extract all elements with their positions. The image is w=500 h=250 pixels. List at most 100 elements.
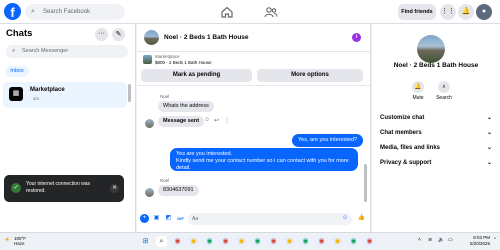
chrome-icon[interactable]: ◉ <box>204 236 215 247</box>
message-bubble-outgoing[interactable]: Yes, are you interested? <box>292 134 364 147</box>
conversation-profile-image[interactable] <box>417 35 445 63</box>
message-sender: Noel <box>160 94 170 99</box>
message-sender: Noel <box>160 178 170 183</box>
marketplace-store-icon: ▦ <box>9 87 23 101</box>
message-input[interactable]: Aa <box>188 213 352 225</box>
privacy-support-label: Privacy & support <box>380 160 432 166</box>
more-actions-icon[interactable]: ⋮ <box>224 117 230 124</box>
clock-date: 5/20/2025 <box>469 241 490 246</box>
facebook-logo-icon[interactable]: f <box>4 3 21 20</box>
chrome-icon[interactable]: ◉ <box>348 236 359 247</box>
thumbs-up-icon[interactable]: 👍 <box>357 214 366 223</box>
notifications-bell-icon[interactable]: 🔔 <box>458 4 474 20</box>
conversation-title[interactable]: Noel · 2 Beds 1 Bath House <box>164 34 249 41</box>
chat-members-label: Chat members <box>380 130 422 136</box>
chrome-icon[interactable]: ◉ <box>236 236 247 247</box>
facebook-search-input[interactable]: ⌕ Search Facebook <box>25 4 125 20</box>
sticker-icon[interactable]: ◩ <box>164 214 173 223</box>
search-icon[interactable]: ⌕ <box>438 81 450 93</box>
gif-icon[interactable]: GIF <box>176 214 185 223</box>
emoji-icon[interactable]: ☺ <box>342 215 348 221</box>
chat-members-row[interactable]: Chat members ⌄ <box>380 127 492 139</box>
react-emoji-icon[interactable]: ☺ <box>204 117 210 123</box>
photo-icon[interactable]: ▣ <box>152 214 161 223</box>
listing-thumbnail <box>143 55 152 64</box>
sender-avatar <box>145 119 154 128</box>
search-label: Search <box>436 95 452 101</box>
media-files-links-row[interactable]: Media, files and links ⌄ <box>380 142 492 154</box>
windows-start-icon[interactable]: ⊞ <box>140 236 151 247</box>
chrome-icon[interactable]: ◉ <box>284 236 295 247</box>
tab-inbox[interactable]: Inbox <box>5 66 29 77</box>
menu-grid-icon[interactable]: ⋮⋮ <box>440 4 456 20</box>
message-composer: + ▣ ◩ GIF Aa ☺ 👍 <box>137 207 371 232</box>
friends-icon[interactable] <box>264 5 278 19</box>
wifi-icon: ✓ <box>11 183 21 193</box>
marketplace-listing-card: Marketplace $800 · 2 Beds 1 Bath House M… <box>137 52 371 86</box>
conversation-profile-name: Noel · 2 Beds 1 Bath House <box>393 62 479 69</box>
chevron-down-icon: ⌄ <box>486 145 492 151</box>
message-input-placeholder: Aa <box>192 216 199 222</box>
chrome-icon[interactable]: ◉ <box>316 236 327 247</box>
battery-icon[interactable]: ▭ <box>448 237 453 243</box>
chat-list-item-title: Marketplace <box>30 87 65 93</box>
connection-restored-toast: ✓ Your internet connection was restored.… <box>4 175 124 202</box>
more-options-button[interactable]: More options <box>257 69 363 82</box>
search-icon: ⌕ <box>12 48 16 54</box>
taskbar-search-icon[interactable]: ⌕ <box>156 236 167 247</box>
find-friends-button[interactable]: Find friends <box>398 4 436 20</box>
facebook-topbar: f ⌕ Search Facebook Find friends ⋮⋮ 🔔 ● <box>0 0 500 24</box>
profile-avatar[interactable]: ● <box>476 4 492 20</box>
message-bubble-incoming[interactable]: 8304637091 <box>158 185 199 196</box>
chrome-icon[interactable]: ◉ <box>300 236 311 247</box>
toast-text: Your internet connection was restored. <box>26 181 91 194</box>
sender-avatar <box>145 188 154 197</box>
message-bubble-incoming[interactable]: Message sent <box>158 116 205 127</box>
chevron-down-icon: ⌄ <box>486 115 492 121</box>
windows-taskbar: ☀ 100°F Haze ⊞ ⌕ ◉ ◉ ◉ ◉ ◉ ◉ ◉ ◉ ◉ ◉ ◉ ◉… <box>0 232 500 250</box>
add-circle-icon[interactable]: + <box>140 214 149 223</box>
chrome-icon[interactable]: ◉ <box>252 236 263 247</box>
chevron-down-icon: ⌄ <box>486 130 492 136</box>
chevron-down-icon: ⌄ <box>486 160 492 166</box>
chats-options-button[interactable]: ··· <box>95 28 108 41</box>
home-icon[interactable] <box>220 5 234 19</box>
wifi-icon[interactable]: ≋ <box>428 237 432 243</box>
message-bubble-outgoing[interactable]: Yes are you interested. Kindly send me y… <box>170 148 358 171</box>
notification-icon[interactable]: ◔ <box>493 236 496 242</box>
chrome-icon[interactable]: ◉ <box>364 236 375 247</box>
search-messenger-input[interactable]: ⌕ Search Messenger <box>6 45 128 58</box>
volume-icon[interactable]: 🔈 <box>438 237 444 243</box>
mark-as-pending-button[interactable]: Mark as pending <box>141 69 252 82</box>
chats-title: Chats <box>6 28 33 39</box>
chevron-up-icon[interactable]: ˄ <box>418 237 421 243</box>
message-bubble-incoming[interactable]: Whats the address <box>158 101 214 112</box>
conversation-scrollbar[interactable] <box>364 164 367 202</box>
facebook-search-placeholder: Search Facebook <box>43 9 91 15</box>
listing-source-label: Marketplace <box>155 54 180 59</box>
close-icon[interactable]: ✕ <box>110 184 119 193</box>
chrome-icon[interactable]: ◉ <box>188 236 199 247</box>
conversation-panel: Noel · 2 Beds 1 Bath House i Marketplace… <box>137 24 371 232</box>
chrome-icon[interactable]: ◉ <box>332 236 343 247</box>
conversation-avatar[interactable] <box>144 30 159 45</box>
chrome-icon[interactable]: ◉ <box>172 236 183 247</box>
search-icon: ⌕ <box>31 8 35 15</box>
customize-chat-row[interactable]: Customize chat ⌄ <box>380 112 492 124</box>
info-icon[interactable]: i <box>352 33 361 42</box>
mute-label: Mute <box>412 95 424 101</box>
chat-list-item-marketplace[interactable]: ▦ Marketplace · 1m <box>3 82 127 108</box>
new-message-button[interactable]: ✎ <box>112 28 125 41</box>
chrome-icon[interactable]: ◉ <box>220 236 231 247</box>
mute-bell-icon[interactable]: 🔔 <box>412 81 424 93</box>
reply-icon[interactable]: ↩ <box>214 117 219 124</box>
taskbar-clock[interactable]: 8:03 PM 5/20/2025 <box>460 235 490 247</box>
privacy-support-row[interactable]: Privacy & support ⌄ <box>380 157 492 169</box>
messenger-window: f ⌕ Search Facebook Find friends ⋮⋮ 🔔 ● … <box>0 0 500 250</box>
chrome-icon[interactable]: ◉ <box>268 236 279 247</box>
sun-haze-icon: ☀ <box>4 237 11 244</box>
chat-list-item-time: · 1m <box>30 96 39 101</box>
weather-desc: Haze <box>14 241 25 246</box>
customize-chat-label: Customize chat <box>380 115 425 121</box>
sidebar-scrollbar[interactable] <box>128 84 131 102</box>
